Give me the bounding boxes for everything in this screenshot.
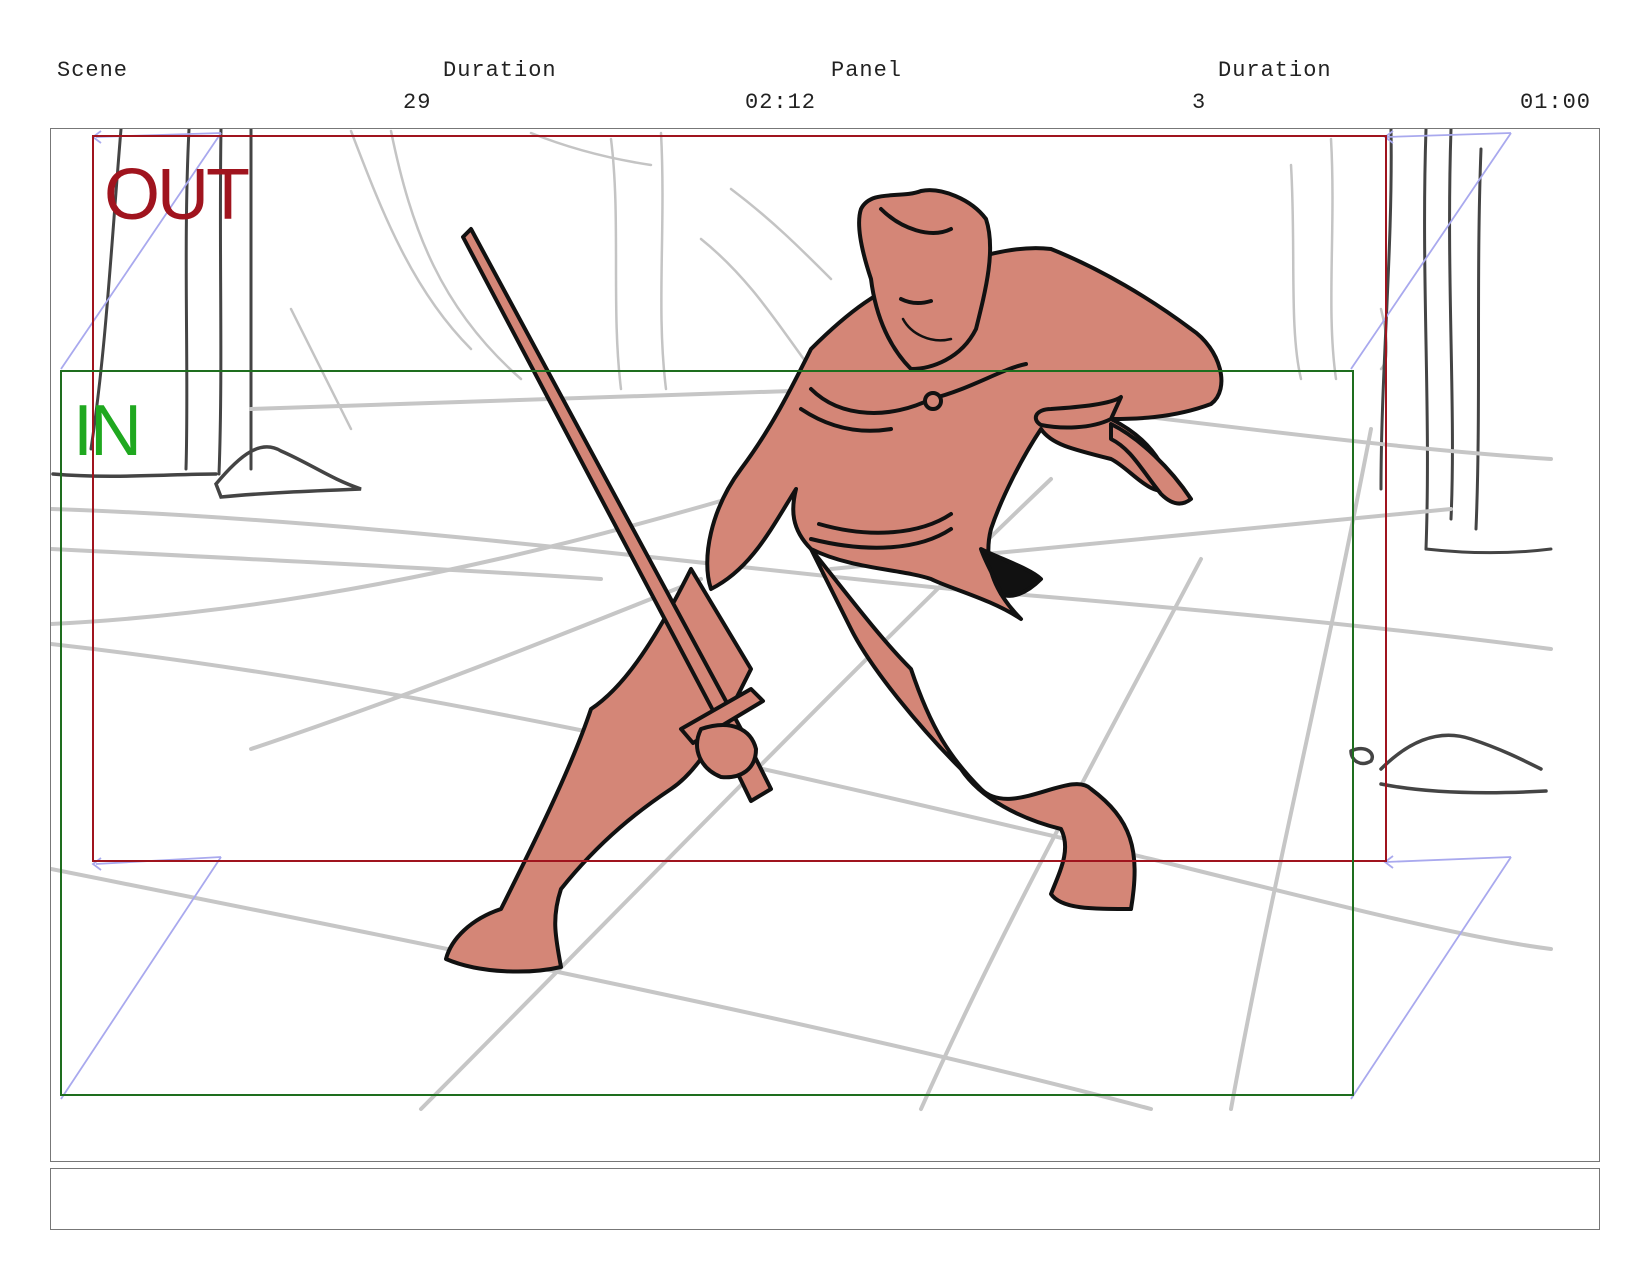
scene-label: Scene [57,58,129,83]
swordsman-figure [444,188,1224,974]
in-frame-label: IN [73,391,142,471]
scene-number: 29 [403,90,432,115]
storyboard-panel: OUT IN [50,128,1600,1162]
scene-duration-label: Duration [443,58,557,83]
scene-duration-value: 02:12 [745,90,817,115]
panel-duration-label: Duration [1218,58,1332,83]
panel-number: 3 [1192,90,1207,115]
panel-duration-value: 01:00 [1520,90,1592,115]
panel-notes-box[interactable] [50,1168,1600,1230]
panel-label: Panel [831,58,903,83]
out-frame-label: OUT [104,155,250,235]
panel-drawing [51,129,1553,1111]
